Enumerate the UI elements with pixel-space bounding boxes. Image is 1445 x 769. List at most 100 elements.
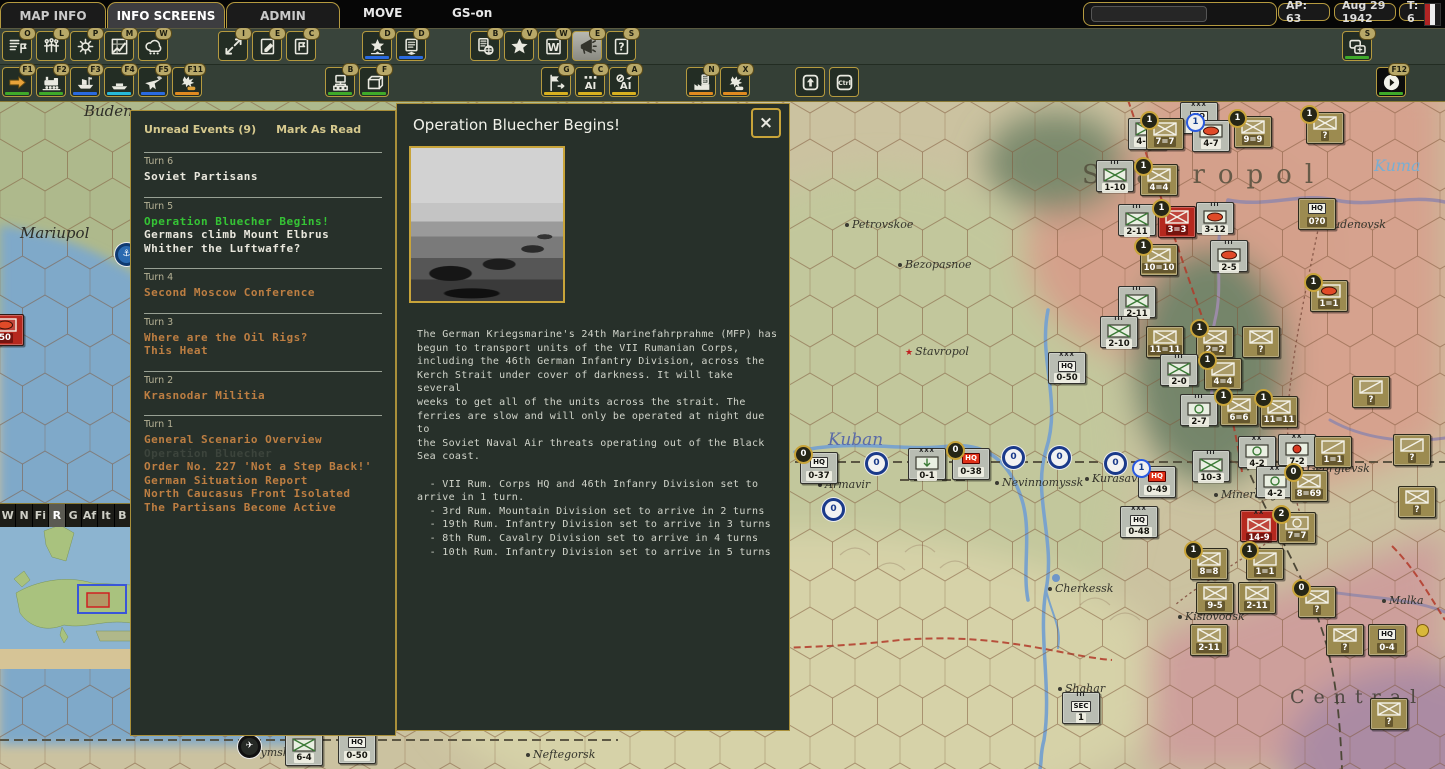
unit-counter[interactable]: 50 [0,314,24,346]
unit-counter[interactable]: 1=11 [1310,280,1348,312]
unit-counter[interactable]: ? [1352,376,1390,408]
event-list-item[interactable]: This Heat [144,344,382,358]
unit-counter[interactable]: III2-10 [1100,316,1138,348]
unit-counter[interactable]: ? [1370,698,1408,730]
mark-as-read-button[interactable]: Mark As Read [276,123,361,136]
unit-counter[interactable]: 1=11 [1246,548,1284,580]
unit-counter[interactable]: 6-4 [285,734,323,766]
event-list-item[interactable]: German Situation Report [144,474,382,488]
unit-counter[interactable]: 4=41 [1204,358,1242,390]
event-list-item[interactable]: The Partisans Become Active [144,501,382,515]
unit-counter[interactable]: III2-11 [1118,286,1156,318]
unit-counter[interactable]: HQ0-50 [338,732,376,764]
end-turn-icon[interactable]: F12 [1376,67,1406,97]
minimap-tab-b[interactable]: B [115,504,131,527]
unit-counter[interactable]: 8=690 [1290,470,1328,502]
air-doctrine-icon[interactable]: D [362,31,392,61]
orders-icon[interactable]: O [2,31,32,61]
gs-toggle-label[interactable]: GS-on [452,6,492,20]
unit-counter[interactable]: III1-10 [1096,160,1134,192]
event-list-item[interactable]: Operation Bluecher Begins! [144,215,382,229]
event-list-item[interactable]: General Scenario Overview [144,433,382,447]
event-list-item[interactable]: Where are the Oil Rigs? [144,331,382,345]
air-directives-icon[interactable]: D [396,31,426,61]
ai-air-icon[interactable]: AIA [609,67,639,97]
unit-counter[interactable]: 7=71 [1146,118,1184,150]
tab-map-info[interactable]: MAP INFO [0,2,106,28]
unit-counter[interactable]: XX4-2 [1238,436,1276,468]
unit-counter[interactable]: III2-7 [1180,394,1218,426]
air-drop-icon[interactable]: F5 [138,67,168,97]
assault-icon[interactable]: F11 [172,67,202,97]
unit-counter[interactable]: III2-11 [1118,204,1156,236]
unit-counter[interactable]: 11=111 [1260,396,1298,428]
unit-counter[interactable]: HQ0?0 [1298,198,1336,230]
move-arrow-icon[interactable]: F1 [2,67,32,97]
amphib-move-icon[interactable]: F4 [104,67,134,97]
shift-key-icon[interactable] [795,67,825,97]
tab-admin[interactable]: ADMIN [226,2,340,28]
close-icon[interactable]: × [751,108,781,138]
events-megaphone-icon[interactable]: E [572,31,602,61]
unit-counter[interactable]: HQ0-491 [1138,466,1176,498]
unit-counter[interactable]: XXXHQ0-48 [1120,506,1158,538]
unit-counter[interactable]: ? [1242,326,1280,358]
unit-counter[interactable]: HQ0-4 [1368,624,1406,656]
unit-counter[interactable]: HQ0-380 [952,448,990,480]
rail-move-icon[interactable]: F2 [36,67,66,97]
message-input[interactable] [1091,6,1207,22]
minimap-tab-af[interactable]: Af [82,504,98,527]
unit-counter[interactable]: XXX0-1 [908,448,946,480]
event-list-item[interactable]: Soviet Partisans [144,170,382,184]
event-list-item[interactable]: North Caucasus Front Isolated [144,487,382,501]
reinforcements-icon[interactable]: I [218,31,248,61]
unit-counter[interactable]: 1=1 [1314,436,1352,468]
unit-counter[interactable]: ? [1393,434,1431,466]
unit-counter[interactable]: ? [1398,486,1436,518]
unit-counter[interactable]: 4-71 [1192,120,1230,152]
unit-counter[interactable]: 4=41 [1140,164,1178,196]
event-list-item[interactable]: Krasnodar Militia [144,389,382,403]
event-list-item[interactable]: Whither the Luftwaffe? [144,242,382,256]
unit-counter[interactable]: XX7-2 [1278,434,1316,466]
unit-counter[interactable]: IIISEC1 [1062,692,1100,724]
tab-info-screens[interactable]: INFO SCREENS [107,2,225,28]
unit-counter[interactable]: III2-5 [1210,240,1248,272]
unit-counter[interactable]: 6=61 [1220,394,1258,426]
event-list-item[interactable]: Order No. 227 'Not a Step Back!' [144,460,382,474]
ship-move-icon[interactable]: F3 [70,67,100,97]
commanders-report-icon[interactable]: C [286,31,316,61]
event-list-item[interactable]: Germans climb Mount Elbrus [144,228,382,242]
unit-counter[interactable]: 8=81 [1190,548,1228,580]
unit-counter[interactable]: 3=31 [1158,206,1196,238]
rail-network-icon[interactable]: B [325,67,355,97]
event-list-item[interactable]: Second Moscow Conference [144,286,382,300]
unit-counter[interactable]: III2-0 [1160,354,1198,386]
screens-icon[interactable]: S [1342,31,1372,61]
unit-counter[interactable]: III3-12 [1196,202,1234,234]
battles-globe-icon[interactable]: B [470,31,500,61]
minimap-tab-fi[interactable]: Fi [33,504,49,527]
unit-counter[interactable]: ? [1326,624,1364,656]
minimap-tab-it[interactable]: It [98,504,114,527]
event-list-item[interactable]: Operation Bluecher [144,447,382,461]
minimap-tab-n[interactable]: N [16,504,32,527]
losses-icon[interactable]: X [720,67,750,97]
weather-icon[interactable]: W [138,31,168,61]
preferences-icon[interactable]: P [70,31,100,61]
unit-counter[interactable]: HQ0-370 [800,452,838,484]
depots-icon[interactable]: F [359,67,389,97]
minimap[interactable] [0,527,132,669]
unit-counter[interactable]: 10=101 [1140,244,1178,276]
unit-counter[interactable]: ?0 [1298,586,1336,618]
unit-counter[interactable]: XXXHQ0-50 [1048,352,1086,384]
unit-counter[interactable]: 2-11 [1238,582,1276,614]
unit-counter[interactable]: 2-11 [1190,624,1228,656]
metrics-icon[interactable]: M [104,31,134,61]
minimap-tab-g[interactable]: G [66,504,82,527]
ctrl-key-icon[interactable]: Ctrl [829,67,859,97]
minimap-tab-r[interactable]: R [49,504,65,527]
objectives-flag-icon[interactable]: G [541,67,571,97]
war-diary-icon[interactable]: WW [538,31,568,61]
unit-counter[interactable]: 9=91 [1234,116,1272,148]
